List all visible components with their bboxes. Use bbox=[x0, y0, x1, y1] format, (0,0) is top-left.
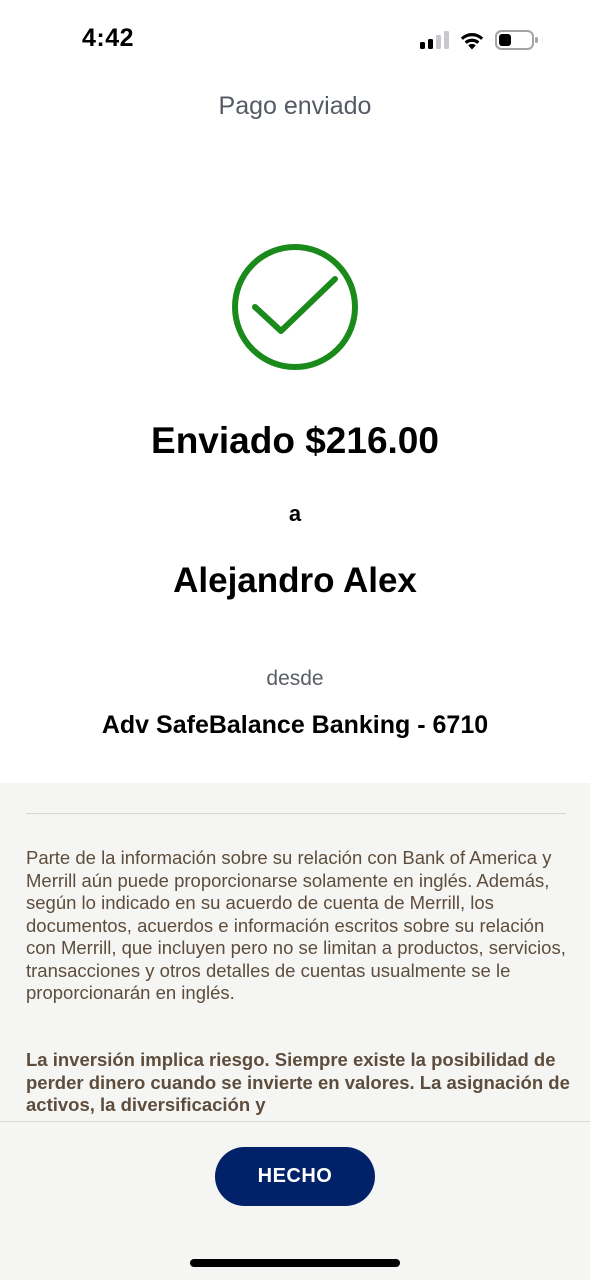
battery-icon bbox=[495, 30, 538, 50]
page-title: Pago enviado bbox=[218, 92, 372, 120]
footer: HECHO bbox=[0, 1121, 590, 1280]
disclosure-scroll-area[interactable]: Parte de la información sobre su relació… bbox=[0, 783, 590, 1123]
status-time: 4:42 bbox=[82, 24, 135, 52]
checkmark-circle-icon bbox=[231, 243, 359, 371]
from-label: desde bbox=[266, 667, 324, 690]
done-button[interactable]: HECHO bbox=[215, 1147, 375, 1206]
sent-amount: Enviado $216.00 bbox=[151, 420, 439, 461]
to-label: a bbox=[288, 501, 302, 526]
wifi-icon bbox=[460, 33, 484, 50]
status-bar: 4:42 bbox=[0, 0, 590, 80]
disclosure-risk-paragraph: La inversión implica riesgo. Siempre exi… bbox=[26, 1049, 570, 1115]
disclosure-language-paragraph: Parte de la información sobre su relació… bbox=[26, 847, 566, 1003]
from-account: Adv SafeBalance Banking - 6710 bbox=[101, 711, 489, 739]
cellular-signal-icon bbox=[420, 31, 450, 49]
recipient-name: Alejandro Alex bbox=[173, 561, 417, 600]
home-indicator[interactable] bbox=[190, 1259, 400, 1267]
divider bbox=[26, 813, 566, 814]
